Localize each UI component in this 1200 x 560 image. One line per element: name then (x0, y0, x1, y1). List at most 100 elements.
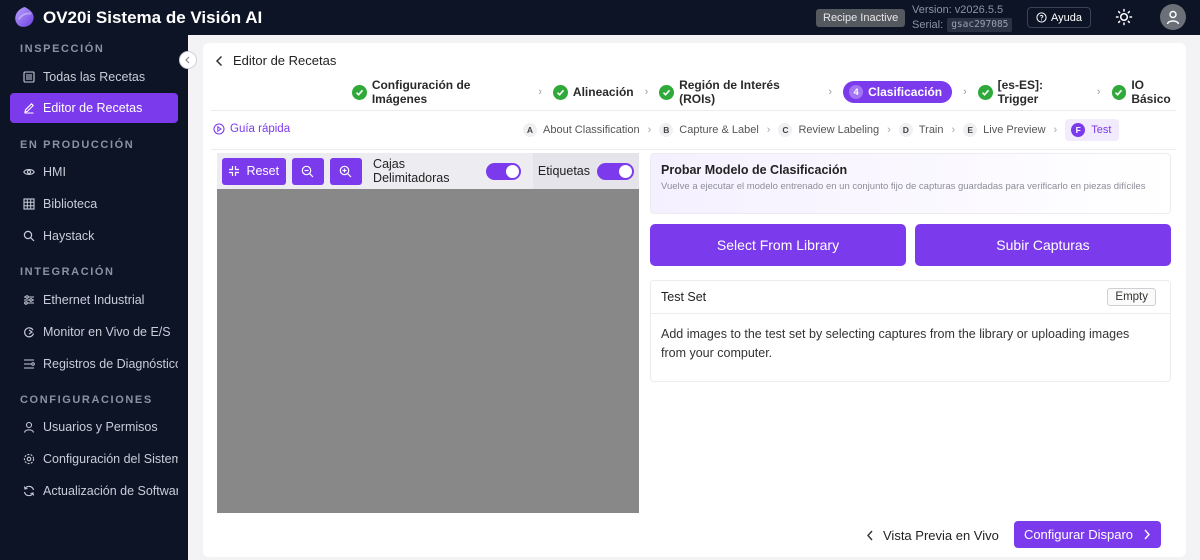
image-viewer-canvas[interactable] (217, 189, 639, 513)
zoom-in-icon (340, 165, 352, 177)
help-button[interactable]: Ayuda (1027, 7, 1091, 28)
chevron-right-icon: › (1053, 124, 1058, 136)
classification-substeps: A About Classification › B Capture & Lab… (523, 119, 1120, 141)
recipe-status-badge: Recipe Inactive (816, 9, 906, 27)
step-label: Clasificación (868, 85, 943, 99)
sidebar-item-usuarios-y-permisos[interactable]: Usuarios y Permisos (10, 412, 178, 442)
chevron-left-icon (215, 55, 223, 66)
status-badge: Empty (1107, 288, 1156, 306)
select-from-library-button[interactable]: Select From Library (650, 224, 906, 266)
step-trigger[interactable]: [es-ES]: Trigger (977, 78, 1086, 106)
chevron-right-icon: › (828, 86, 833, 98)
check-circle-icon (1111, 84, 1127, 100)
sidebar-section-inspeccion: INSPECCIÓN (20, 43, 105, 55)
back-button[interactable]: Editor de Recetas (215, 53, 336, 68)
substep-about-classification[interactable]: A About Classification (523, 119, 640, 141)
sidebar-item-todas-las-recetas[interactable]: Todas las Recetas (10, 62, 178, 92)
search-icon (23, 230, 35, 242)
divider (211, 110, 1176, 111)
sidebar-item-hmi[interactable]: HMI (10, 157, 178, 187)
substep-letter: C (778, 123, 793, 137)
chevron-right-icon (1144, 529, 1150, 540)
step-alineacion[interactable]: Alineación (552, 81, 634, 103)
step-clasificacion[interactable]: 4 Clasificación (843, 81, 953, 103)
theme-toggle-sun-icon[interactable] (1115, 8, 1133, 26)
configure-trigger-label: Configurar Disparo (1023, 527, 1134, 542)
chevron-right-icon: › (1096, 86, 1101, 98)
page-title: Editor de Recetas (233, 53, 337, 68)
grid-icon (23, 198, 35, 210)
step-label: Configuración de Imágenes (371, 78, 471, 106)
substep-test[interactable]: F Test (1065, 119, 1120, 141)
step-number-badge: 4 (849, 85, 864, 99)
eye-icon (23, 169, 35, 175)
quick-guide-button[interactable]: Guía rápida (213, 123, 290, 135)
sidebar-item-haystack[interactable]: Haystack (10, 221, 178, 251)
step-region-de-interes[interactable]: Región de Interés (ROIs) (659, 78, 817, 106)
step-configuracion-de-imagenes[interactable]: Configuración de Imágenes (352, 78, 527, 106)
user-avatar-icon (1166, 10, 1180, 25)
sidebar-item-monitor-en-vivo[interactable]: Monitor en Vivo de E/S (10, 317, 178, 347)
help-label: Ayuda (1051, 11, 1082, 24)
test-set-empty-message: Add images to the test set by selecting … (661, 327, 1130, 360)
substep-label: Test (1091, 124, 1112, 136)
user-icon (23, 421, 35, 433)
sidebar-item-biblioteca[interactable]: Biblioteca (10, 189, 178, 219)
upload-captures-button[interactable]: Subir Capturas (915, 224, 1171, 266)
live-preview-label: Vista Previa en Vivo (883, 527, 999, 543)
chevron-left-icon (867, 530, 873, 540)
substep-train[interactable]: D Train (898, 119, 944, 141)
substep-capture-label[interactable]: B Capture & Label (659, 119, 759, 141)
sidebar-item-label: Usuarios y Permisos (43, 420, 158, 434)
divider (211, 149, 1176, 150)
sidebar-item-actualizacion-de-software[interactable]: Actualización de Software (10, 476, 178, 506)
sidebar-item-label: Biblioteca (43, 197, 98, 211)
check-circle-icon (659, 84, 675, 100)
sidebar-item-editor-de-recetas[interactable]: Editor de Recetas (10, 93, 178, 123)
substep-label: Review Labeling (798, 124, 880, 136)
sidebar-collapse-button[interactable] (179, 51, 197, 69)
main-panel: Editor de Recetas Configuración de Imáge… (203, 43, 1186, 557)
chevron-right-icon: › (887, 124, 891, 136)
bounding-boxes-toggle[interactable] (485, 162, 521, 180)
edit-icon (24, 103, 34, 114)
app-logo-icon (15, 6, 34, 27)
substep-label: Capture & Label (679, 124, 759, 136)
sidebar-item-label: Haystack (43, 229, 95, 243)
zoom-in-button[interactable] (329, 157, 363, 185)
app-title: OV20i Sistema de Visión AI (43, 8, 263, 27)
test-set-header: Test Set Empty (651, 281, 1170, 314)
zoom-out-icon (301, 165, 314, 177)
sidebar-item-label: Ethernet Industrial (43, 293, 145, 307)
sidebar-item-label: HMI (43, 165, 66, 179)
substep-review-labeling[interactable]: C Review Labeling (778, 119, 879, 141)
configure-trigger-button[interactable]: Configurar Disparo (1014, 521, 1161, 548)
substep-label: Live Preview (983, 124, 1046, 136)
zoom-out-button[interactable] (291, 157, 324, 185)
substep-letter: D (898, 123, 913, 137)
sidebar-item-configuracion-del-sistema[interactable]: Configuración del Sistema (10, 444, 178, 474)
diagnostics-icon (24, 359, 35, 369)
chevron-right-icon: › (951, 124, 956, 136)
live-preview-back-button[interactable]: Vista Previa en Vivo (866, 522, 999, 548)
labels-label: Etiquetas (537, 164, 590, 178)
sidebar-section-integracion: INTEGRACIÓN (20, 266, 115, 278)
recipe-stepper: Configuración de Imágenes › Alineación ›… (352, 78, 1186, 106)
sidebar-item-label: Registros de Diagnóstico (43, 357, 178, 371)
check-circle-icon (977, 84, 993, 100)
sidebar-item-label: Configuración del Sistema (43, 452, 178, 466)
substep-live-preview[interactable]: E Live Preview (963, 119, 1046, 141)
serial-code: gsac297085 (947, 18, 1013, 32)
user-avatar[interactable] (1160, 4, 1186, 30)
sidebar-item-ethernet-industrial[interactable]: Ethernet Industrial (10, 285, 178, 315)
substep-letter: F (1071, 123, 1086, 137)
sidebar-item-registros-de-diagnostico[interactable]: Registros de Diagnóstico (10, 349, 178, 379)
substep-letter: A (523, 123, 537, 137)
labels-toggle[interactable] (597, 162, 634, 180)
step-io-basico[interactable]: IO Básico (1111, 78, 1186, 106)
quick-guide-label: Guía rápida (230, 123, 291, 135)
reset-button[interactable]: Reset (222, 157, 286, 185)
version-text: Version: v2026.5.5 (912, 4, 1004, 16)
substep-label: Train (918, 124, 944, 136)
serial-row: Serial: gsac297085 (912, 18, 1013, 32)
